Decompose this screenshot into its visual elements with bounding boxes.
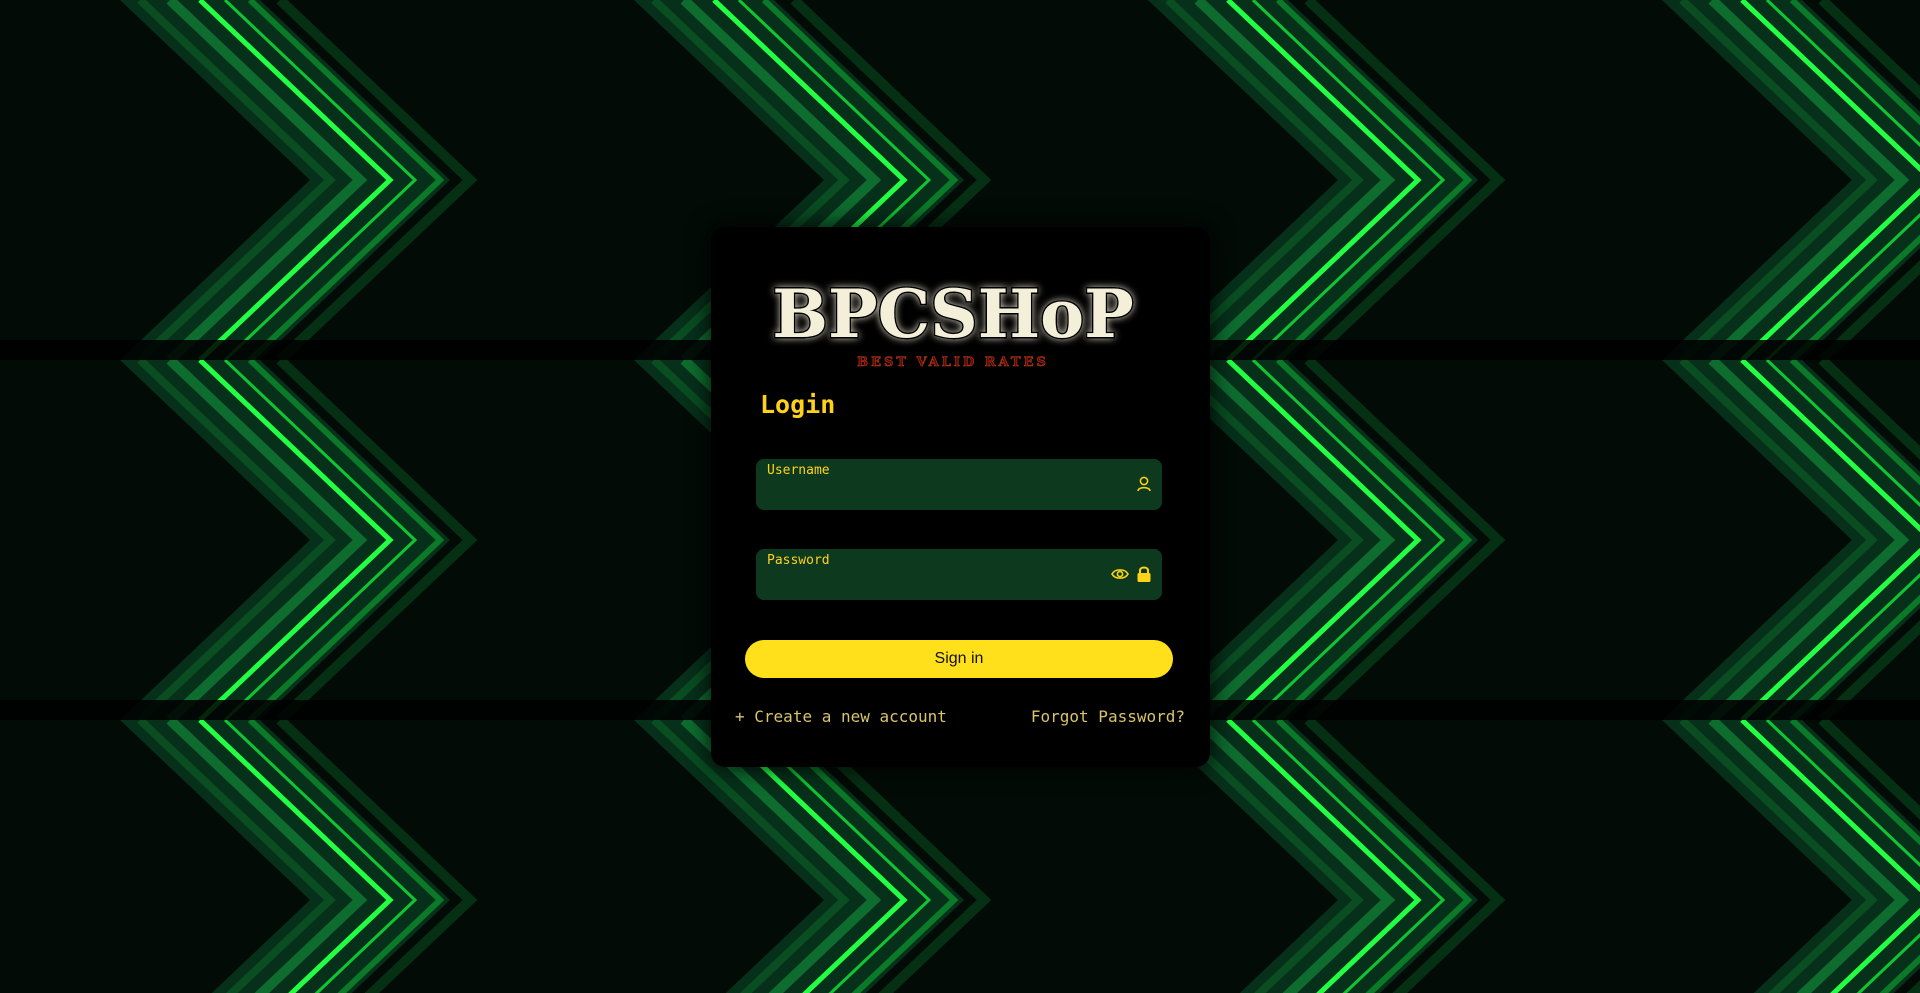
page-title: Login	[760, 390, 836, 419]
svg-text:BEST VALID RATES: BEST VALID RATES	[857, 355, 1049, 370]
sign-in-button[interactable]: Sign in	[745, 640, 1173, 678]
user-icon	[1134, 474, 1154, 494]
password-input[interactable]	[767, 573, 1097, 593]
brand-logo: BPCSHoP BEST VALID RATES	[761, 273, 1161, 403]
create-account-label: Create a new account	[754, 707, 947, 726]
plus-icon: +	[735, 707, 745, 726]
login-card: BPCSHoP BEST VALID RATES Login Username …	[711, 227, 1210, 767]
username-input[interactable]	[767, 483, 1097, 503]
eye-icon[interactable]	[1110, 564, 1130, 584]
username-label: Username	[767, 463, 830, 478]
password-label: Password	[767, 553, 830, 568]
create-account-link[interactable]: + Create a new account	[735, 707, 947, 726]
lock-icon	[1134, 564, 1154, 584]
forgot-password-link[interactable]: Forgot Password?	[1031, 707, 1185, 726]
password-field[interactable]: Password	[756, 549, 1162, 600]
svg-text:BPCSHoP: BPCSHoP	[772, 275, 1134, 353]
username-field[interactable]: Username	[756, 459, 1162, 510]
